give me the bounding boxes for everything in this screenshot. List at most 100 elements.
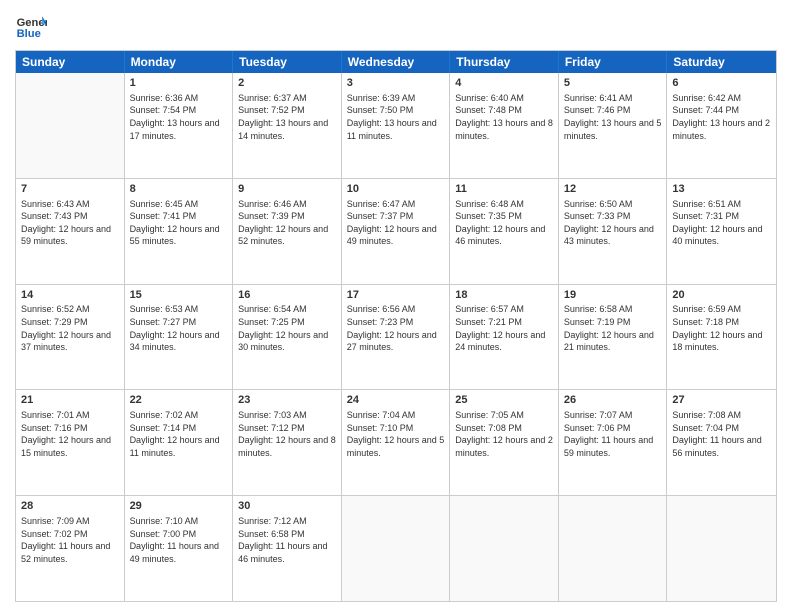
logo-icon: General Blue (15, 10, 47, 42)
cell-info: Sunrise: 6:53 AMSunset: 7:27 PMDaylight:… (130, 303, 228, 353)
day-number: 19 (564, 288, 662, 303)
day-cell-29: 29Sunrise: 7:10 AMSunset: 7:00 PMDayligh… (125, 496, 234, 601)
day-cell-10: 10Sunrise: 6:47 AMSunset: 7:37 PMDayligh… (342, 179, 451, 284)
cell-info: Sunrise: 6:47 AMSunset: 7:37 PMDaylight:… (347, 198, 445, 248)
header: General Blue (15, 10, 777, 42)
header-day-tuesday: Tuesday (233, 51, 342, 73)
day-number: 13 (672, 182, 771, 197)
cell-info: Sunrise: 6:57 AMSunset: 7:21 PMDaylight:… (455, 303, 553, 353)
cell-info: Sunrise: 6:42 AMSunset: 7:44 PMDaylight:… (672, 92, 771, 142)
day-number: 26 (564, 393, 662, 408)
cell-info: Sunrise: 6:41 AMSunset: 7:46 PMDaylight:… (564, 92, 662, 142)
day-cell-2: 2Sunrise: 6:37 AMSunset: 7:52 PMDaylight… (233, 73, 342, 178)
day-number: 16 (238, 288, 336, 303)
day-number: 3 (347, 76, 445, 91)
header-day-saturday: Saturday (667, 51, 776, 73)
cell-info: Sunrise: 7:05 AMSunset: 7:08 PMDaylight:… (455, 409, 553, 459)
cell-info: Sunrise: 6:37 AMSunset: 7:52 PMDaylight:… (238, 92, 336, 142)
day-number: 12 (564, 182, 662, 197)
cell-info: Sunrise: 6:36 AMSunset: 7:54 PMDaylight:… (130, 92, 228, 142)
day-cell-24: 24Sunrise: 7:04 AMSunset: 7:10 PMDayligh… (342, 390, 451, 495)
cell-info: Sunrise: 7:09 AMSunset: 7:02 PMDaylight:… (21, 515, 119, 565)
day-number: 20 (672, 288, 771, 303)
day-number: 9 (238, 182, 336, 197)
day-cell-26: 26Sunrise: 7:07 AMSunset: 7:06 PMDayligh… (559, 390, 668, 495)
cell-info: Sunrise: 7:01 AMSunset: 7:16 PMDaylight:… (21, 409, 119, 459)
day-number: 14 (21, 288, 119, 303)
calendar: SundayMondayTuesdayWednesdayThursdayFrid… (15, 50, 777, 602)
day-number: 22 (130, 393, 228, 408)
day-number: 1 (130, 76, 228, 91)
cell-info: Sunrise: 6:40 AMSunset: 7:48 PMDaylight:… (455, 92, 553, 142)
day-cell-17: 17Sunrise: 6:56 AMSunset: 7:23 PMDayligh… (342, 285, 451, 390)
calendar-body: 1Sunrise: 6:36 AMSunset: 7:54 PMDaylight… (16, 73, 776, 601)
day-cell-13: 13Sunrise: 6:51 AMSunset: 7:31 PMDayligh… (667, 179, 776, 284)
week-row-3: 14Sunrise: 6:52 AMSunset: 7:29 PMDayligh… (16, 285, 776, 391)
day-number: 8 (130, 182, 228, 197)
header-day-monday: Monday (125, 51, 234, 73)
day-cell-9: 9Sunrise: 6:46 AMSunset: 7:39 PMDaylight… (233, 179, 342, 284)
day-number: 21 (21, 393, 119, 408)
day-cell-11: 11Sunrise: 6:48 AMSunset: 7:35 PMDayligh… (450, 179, 559, 284)
day-number: 11 (455, 182, 553, 197)
empty-cell (450, 496, 559, 601)
cell-info: Sunrise: 7:08 AMSunset: 7:04 PMDaylight:… (672, 409, 771, 459)
empty-cell (342, 496, 451, 601)
day-number: 23 (238, 393, 336, 408)
day-number: 6 (672, 76, 771, 91)
cell-info: Sunrise: 6:46 AMSunset: 7:39 PMDaylight:… (238, 198, 336, 248)
day-cell-7: 7Sunrise: 6:43 AMSunset: 7:43 PMDaylight… (16, 179, 125, 284)
header-day-friday: Friday (559, 51, 668, 73)
day-number: 18 (455, 288, 553, 303)
week-row-1: 1Sunrise: 6:36 AMSunset: 7:54 PMDaylight… (16, 73, 776, 179)
logo: General Blue (15, 10, 47, 42)
header-day-sunday: Sunday (16, 51, 125, 73)
cell-info: Sunrise: 6:59 AMSunset: 7:18 PMDaylight:… (672, 303, 771, 353)
day-number: 28 (21, 499, 119, 514)
cell-info: Sunrise: 6:43 AMSunset: 7:43 PMDaylight:… (21, 198, 119, 248)
day-cell-15: 15Sunrise: 6:53 AMSunset: 7:27 PMDayligh… (125, 285, 234, 390)
day-cell-18: 18Sunrise: 6:57 AMSunset: 7:21 PMDayligh… (450, 285, 559, 390)
empty-cell (667, 496, 776, 601)
cell-info: Sunrise: 7:10 AMSunset: 7:00 PMDaylight:… (130, 515, 228, 565)
empty-cell (559, 496, 668, 601)
cell-info: Sunrise: 6:51 AMSunset: 7:31 PMDaylight:… (672, 198, 771, 248)
cell-info: Sunrise: 7:02 AMSunset: 7:14 PMDaylight:… (130, 409, 228, 459)
day-cell-27: 27Sunrise: 7:08 AMSunset: 7:04 PMDayligh… (667, 390, 776, 495)
day-cell-14: 14Sunrise: 6:52 AMSunset: 7:29 PMDayligh… (16, 285, 125, 390)
day-cell-30: 30Sunrise: 7:12 AMSunset: 6:58 PMDayligh… (233, 496, 342, 601)
week-row-5: 28Sunrise: 7:09 AMSunset: 7:02 PMDayligh… (16, 496, 776, 601)
day-cell-12: 12Sunrise: 6:50 AMSunset: 7:33 PMDayligh… (559, 179, 668, 284)
cell-info: Sunrise: 6:54 AMSunset: 7:25 PMDaylight:… (238, 303, 336, 353)
cell-info: Sunrise: 6:39 AMSunset: 7:50 PMDaylight:… (347, 92, 445, 142)
cell-info: Sunrise: 7:12 AMSunset: 6:58 PMDaylight:… (238, 515, 336, 565)
cell-info: Sunrise: 6:56 AMSunset: 7:23 PMDaylight:… (347, 303, 445, 353)
day-cell-19: 19Sunrise: 6:58 AMSunset: 7:19 PMDayligh… (559, 285, 668, 390)
day-number: 27 (672, 393, 771, 408)
page: General Blue SundayMondayTuesdayWednesda… (0, 0, 792, 612)
calendar-header: SundayMondayTuesdayWednesdayThursdayFrid… (16, 51, 776, 73)
day-cell-22: 22Sunrise: 7:02 AMSunset: 7:14 PMDayligh… (125, 390, 234, 495)
cell-info: Sunrise: 6:50 AMSunset: 7:33 PMDaylight:… (564, 198, 662, 248)
day-cell-23: 23Sunrise: 7:03 AMSunset: 7:12 PMDayligh… (233, 390, 342, 495)
week-row-2: 7Sunrise: 6:43 AMSunset: 7:43 PMDaylight… (16, 179, 776, 285)
day-cell-28: 28Sunrise: 7:09 AMSunset: 7:02 PMDayligh… (16, 496, 125, 601)
cell-info: Sunrise: 6:48 AMSunset: 7:35 PMDaylight:… (455, 198, 553, 248)
day-cell-1: 1Sunrise: 6:36 AMSunset: 7:54 PMDaylight… (125, 73, 234, 178)
day-cell-6: 6Sunrise: 6:42 AMSunset: 7:44 PMDaylight… (667, 73, 776, 178)
empty-cell (16, 73, 125, 178)
day-number: 4 (455, 76, 553, 91)
cell-info: Sunrise: 7:03 AMSunset: 7:12 PMDaylight:… (238, 409, 336, 459)
day-number: 5 (564, 76, 662, 91)
week-row-4: 21Sunrise: 7:01 AMSunset: 7:16 PMDayligh… (16, 390, 776, 496)
day-number: 24 (347, 393, 445, 408)
header-day-thursday: Thursday (450, 51, 559, 73)
day-number: 17 (347, 288, 445, 303)
svg-text:Blue: Blue (17, 28, 41, 40)
cell-info: Sunrise: 6:58 AMSunset: 7:19 PMDaylight:… (564, 303, 662, 353)
day-cell-5: 5Sunrise: 6:41 AMSunset: 7:46 PMDaylight… (559, 73, 668, 178)
day-cell-20: 20Sunrise: 6:59 AMSunset: 7:18 PMDayligh… (667, 285, 776, 390)
day-number: 25 (455, 393, 553, 408)
day-number: 7 (21, 182, 119, 197)
cell-info: Sunrise: 6:45 AMSunset: 7:41 PMDaylight:… (130, 198, 228, 248)
